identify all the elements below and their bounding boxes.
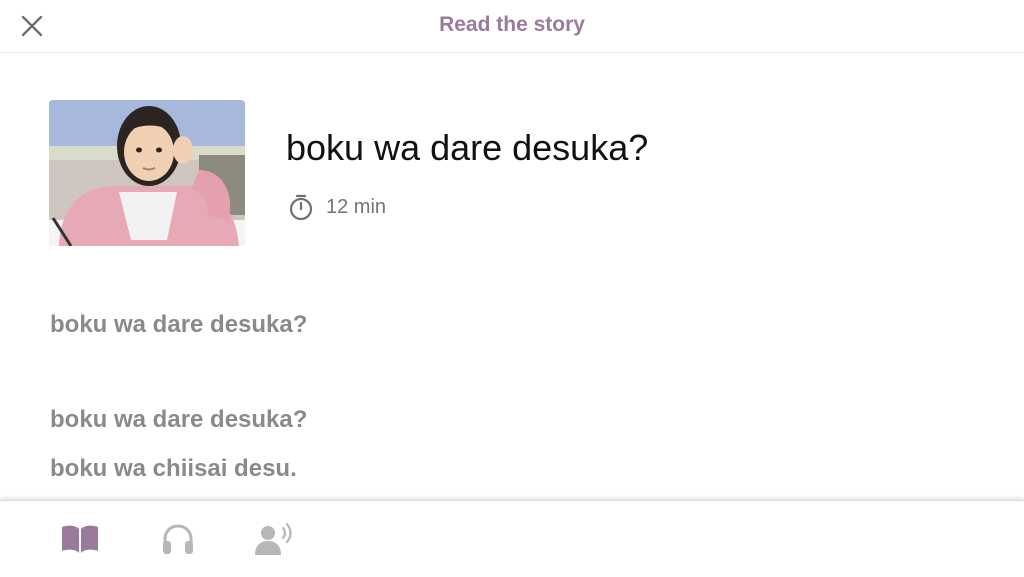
- book-icon: [62, 525, 98, 553]
- tab-speak[interactable]: [252, 519, 296, 559]
- story-line: boku wa dare desuka?: [50, 311, 308, 338]
- page-title: Read the story: [439, 13, 585, 36]
- speaker-icon: [255, 522, 292, 555]
- headphones-icon: [163, 524, 193, 554]
- top-bar: Read the story: [0, 0, 1024, 53]
- story-line: boku wa chiisai desu.: [50, 455, 297, 482]
- stopwatch-icon: [289, 194, 313, 221]
- story-title: boku wa dare desuka?: [286, 127, 649, 168]
- bottom-nav: [0, 500, 1024, 577]
- story-thumbnail: [49, 100, 245, 246]
- story-line: boku wa dare desuka?: [50, 406, 308, 433]
- tab-read[interactable]: [58, 519, 102, 559]
- story-duration: 12 min: [288, 193, 386, 221]
- duration-label: 12 min: [326, 195, 387, 218]
- tab-listen[interactable]: [156, 519, 200, 559]
